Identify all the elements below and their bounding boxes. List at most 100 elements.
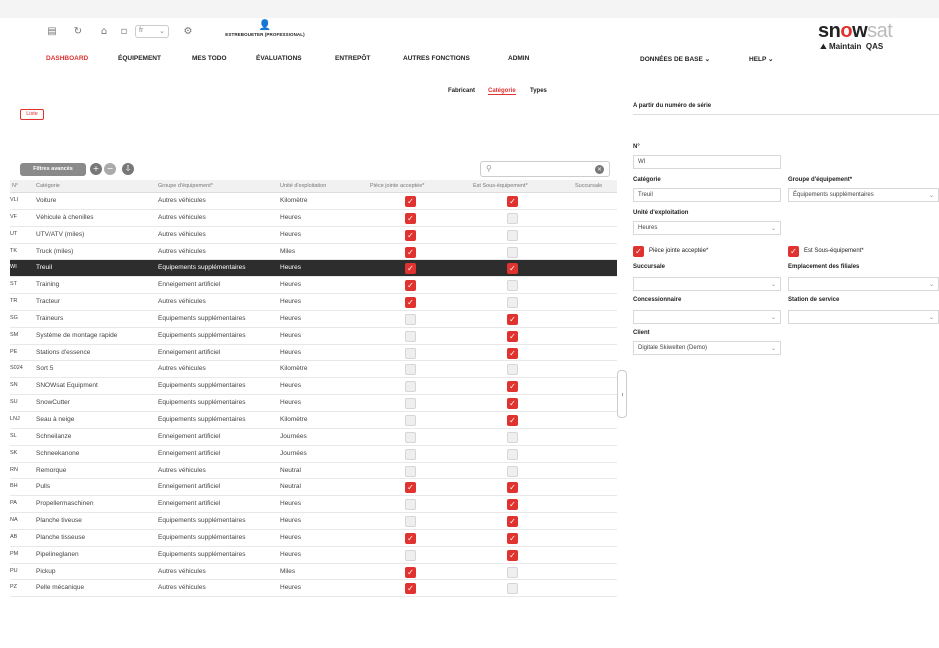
row-sous-checkbox[interactable] [507,212,518,224]
row-piece-checkbox[interactable]: ✓ [405,482,416,494]
table-row[interactable]: S024 Sort 5 Autres véhicules Kilomètre [10,361,617,379]
row-piece-checkbox[interactable] [405,381,416,393]
table-row[interactable]: AB Planche tisseuse Équipements supplément… [10,529,617,547]
table-row[interactable]: SK Schneekanone Enneigement artificiel Jour… [10,445,617,463]
table-row[interactable]: LNJ Seau à neige Équipements supplémentair… [10,411,617,429]
row-piece-checkbox[interactable]: ✓ [405,263,416,275]
row-sous-checkbox[interactable]: ✓ [507,381,518,393]
row-piece-checkbox[interactable]: ✓ [405,532,416,544]
table-row[interactable]: PM Pipelineglanen Équipements supplémentai… [10,546,617,564]
tab-categorie[interactable]: Catégorie [488,88,516,95]
table-row[interactable]: TR Tracteur Autres véhicules Heures ✓ [10,294,617,311]
row-sous-checkbox[interactable]: ✓ [507,482,518,494]
row-sous-checkbox[interactable]: ✓ [507,532,518,544]
col-header-no[interactable]: N° [12,183,18,189]
concessionnaire-select[interactable]: ⌄ [633,310,781,324]
unite-select[interactable]: Heures ⌄ [633,221,781,235]
table-row[interactable]: SN SNOWsat Equipment Équipements supplémen… [10,378,617,396]
row-sous-checkbox[interactable] [507,431,518,443]
liste-button[interactable]: Liste [20,109,44,120]
col-header-sous[interactable]: Est Sous-équipement* [473,183,528,189]
nav-admin[interactable]: ADMIN [508,55,529,62]
nav-entrepot[interactable]: ENTREPÔT [335,55,370,62]
row-piece-checkbox[interactable]: ✓ [405,566,416,578]
row-piece-checkbox[interactable] [405,448,416,460]
row-piece-checkbox[interactable]: ✓ [405,212,416,224]
row-sous-checkbox[interactable]: ✓ [507,313,518,325]
row-piece-checkbox[interactable] [405,313,416,325]
row-piece-checkbox[interactable]: ✓ [405,583,416,595]
remove-icon[interactable]: − [104,163,116,175]
table-row[interactable]: PU Pickup Autres véhicules Miles ✓ [10,563,617,581]
table-row[interactable]: SL Schneilanze Enneigement artificiel Journ… [10,428,617,446]
row-sous-checkbox[interactable] [507,566,518,578]
table-row[interactable]: WI Treuil Équipements supplémentaires Heure… [10,260,617,278]
row-piece-checkbox[interactable] [405,414,416,426]
station-select[interactable]: ⌄ [788,310,939,324]
emplacement-select[interactable]: ⌄ [788,277,939,291]
settings-icon[interactable]: ⚙ [182,26,194,38]
succursale-select[interactable]: ⌄ [633,277,781,291]
col-header-piece[interactable]: Pièce jointe acceptée* [370,183,424,189]
nav-help[interactable]: HELP ⌄ [749,55,773,63]
sous-checkbox[interactable]: ✓ [788,246,799,257]
advanced-filters-button[interactable]: Filtres avancés [20,163,86,176]
refresh-icon[interactable]: ↻ [72,26,84,38]
nav-evaluations[interactable]: ÉVALUATIONS [256,55,302,62]
tab-types[interactable]: Types [530,88,547,94]
clear-search-icon[interactable]: × [595,165,604,174]
export-icon[interactable]: ⇩ [122,163,134,175]
row-sous-checkbox[interactable] [507,229,518,241]
row-sous-checkbox[interactable]: ✓ [507,330,518,342]
client-select[interactable]: Digitale Skiwelten (Demo) ⌄ [633,341,781,355]
row-piece-checkbox[interactable]: ✓ [405,196,416,207]
grid-icon[interactable]: ▤ [46,26,58,38]
row-sous-checkbox[interactable]: ✓ [507,398,518,410]
row-sous-checkbox[interactable] [507,297,518,309]
table-row[interactable]: SM Système de montage rapide Équipements s… [10,327,617,345]
table-row[interactable]: VF Véhicule à chenilles Autres véhicules He… [10,209,617,227]
table-row[interactable]: PE Stations d'essence Enneigement artifici… [10,344,617,362]
row-sous-checkbox[interactable] [507,448,518,460]
row-sous-checkbox[interactable]: ✓ [507,516,518,528]
no-field[interactable]: WI [633,155,781,169]
table-row[interactable]: RN Remorque Autres véhicules Neutral [10,462,617,480]
nav-dashboard[interactable]: DASHBOARD [46,55,88,62]
nav-equipement[interactable]: ÉQUIPEMENT [118,55,161,62]
table-row[interactable]: ST Training Enneigement artificiel Heures ✓ [10,277,617,295]
language-select[interactable]: fr ⌄ [135,25,169,38]
search-input[interactable]: ⚲ × [480,161,610,177]
row-piece-checkbox[interactable] [405,330,416,342]
row-sous-checkbox[interactable] [507,465,518,477]
col-header-groupe[interactable]: Groupe d'équipement* [158,183,213,189]
table-row[interactable]: VLI Voiture Autres véhicules Kilomètre ✓ ✓ [10,193,617,210]
row-sous-checkbox[interactable] [507,280,518,292]
tab-fabricant[interactable]: Fabricant [448,88,475,94]
row-piece-checkbox[interactable]: ✓ [405,246,416,258]
table-row[interactable]: BH Pulls Enneigement artificiel Neutral ✓ ✓ [10,479,617,497]
row-sous-checkbox[interactable] [507,364,518,376]
table-row[interactable]: PA Propellermaschinen Enneigement artifici… [10,496,617,514]
piece-checkbox[interactable]: ✓ [633,246,644,257]
table-row[interactable]: NA Planche tiveuse Équipements supplémenta… [10,513,617,530]
table-row[interactable]: SU SnowCutter Équipements supplémentaires H… [10,395,617,412]
row-sous-checkbox[interactable]: ✓ [507,347,518,359]
nav-donnees-de-base[interactable]: DONNÉES DE BASE ⌄ [640,55,710,63]
row-piece-checkbox[interactable]: ✓ [405,229,416,241]
nav-mes-todo[interactable]: MES TODO [192,55,227,62]
row-piece-checkbox[interactable] [405,347,416,359]
table-row[interactable]: TK Truck (miles) Autres véhicules Miles ✓ [10,243,617,261]
table-row[interactable]: UT UTV/ATV (miles) Autres véhicules Heures ✓ [10,226,617,244]
user-menu[interactable]: 👤 ESTREBOUETER (PROFESSIONAL) [215,20,315,37]
row-sous-checkbox[interactable]: ✓ [507,499,518,511]
row-piece-checkbox[interactable] [405,398,416,410]
row-piece-checkbox[interactable] [405,549,416,561]
col-header-unite[interactable]: Unité d'exploitation [280,183,326,189]
table-row[interactable]: SG Traineurs Équipements supplémentaires He… [10,310,617,328]
col-header-succursale[interactable]: Succursale [575,183,602,189]
row-piece-checkbox[interactable] [405,465,416,477]
row-sous-checkbox[interactable]: ✓ [507,263,518,275]
add-icon[interactable]: + [90,163,102,175]
col-header-categorie[interactable]: Catégorie [36,183,60,189]
nav-autres-fonctions[interactable]: AUTRES FONCTIONS [403,55,470,62]
